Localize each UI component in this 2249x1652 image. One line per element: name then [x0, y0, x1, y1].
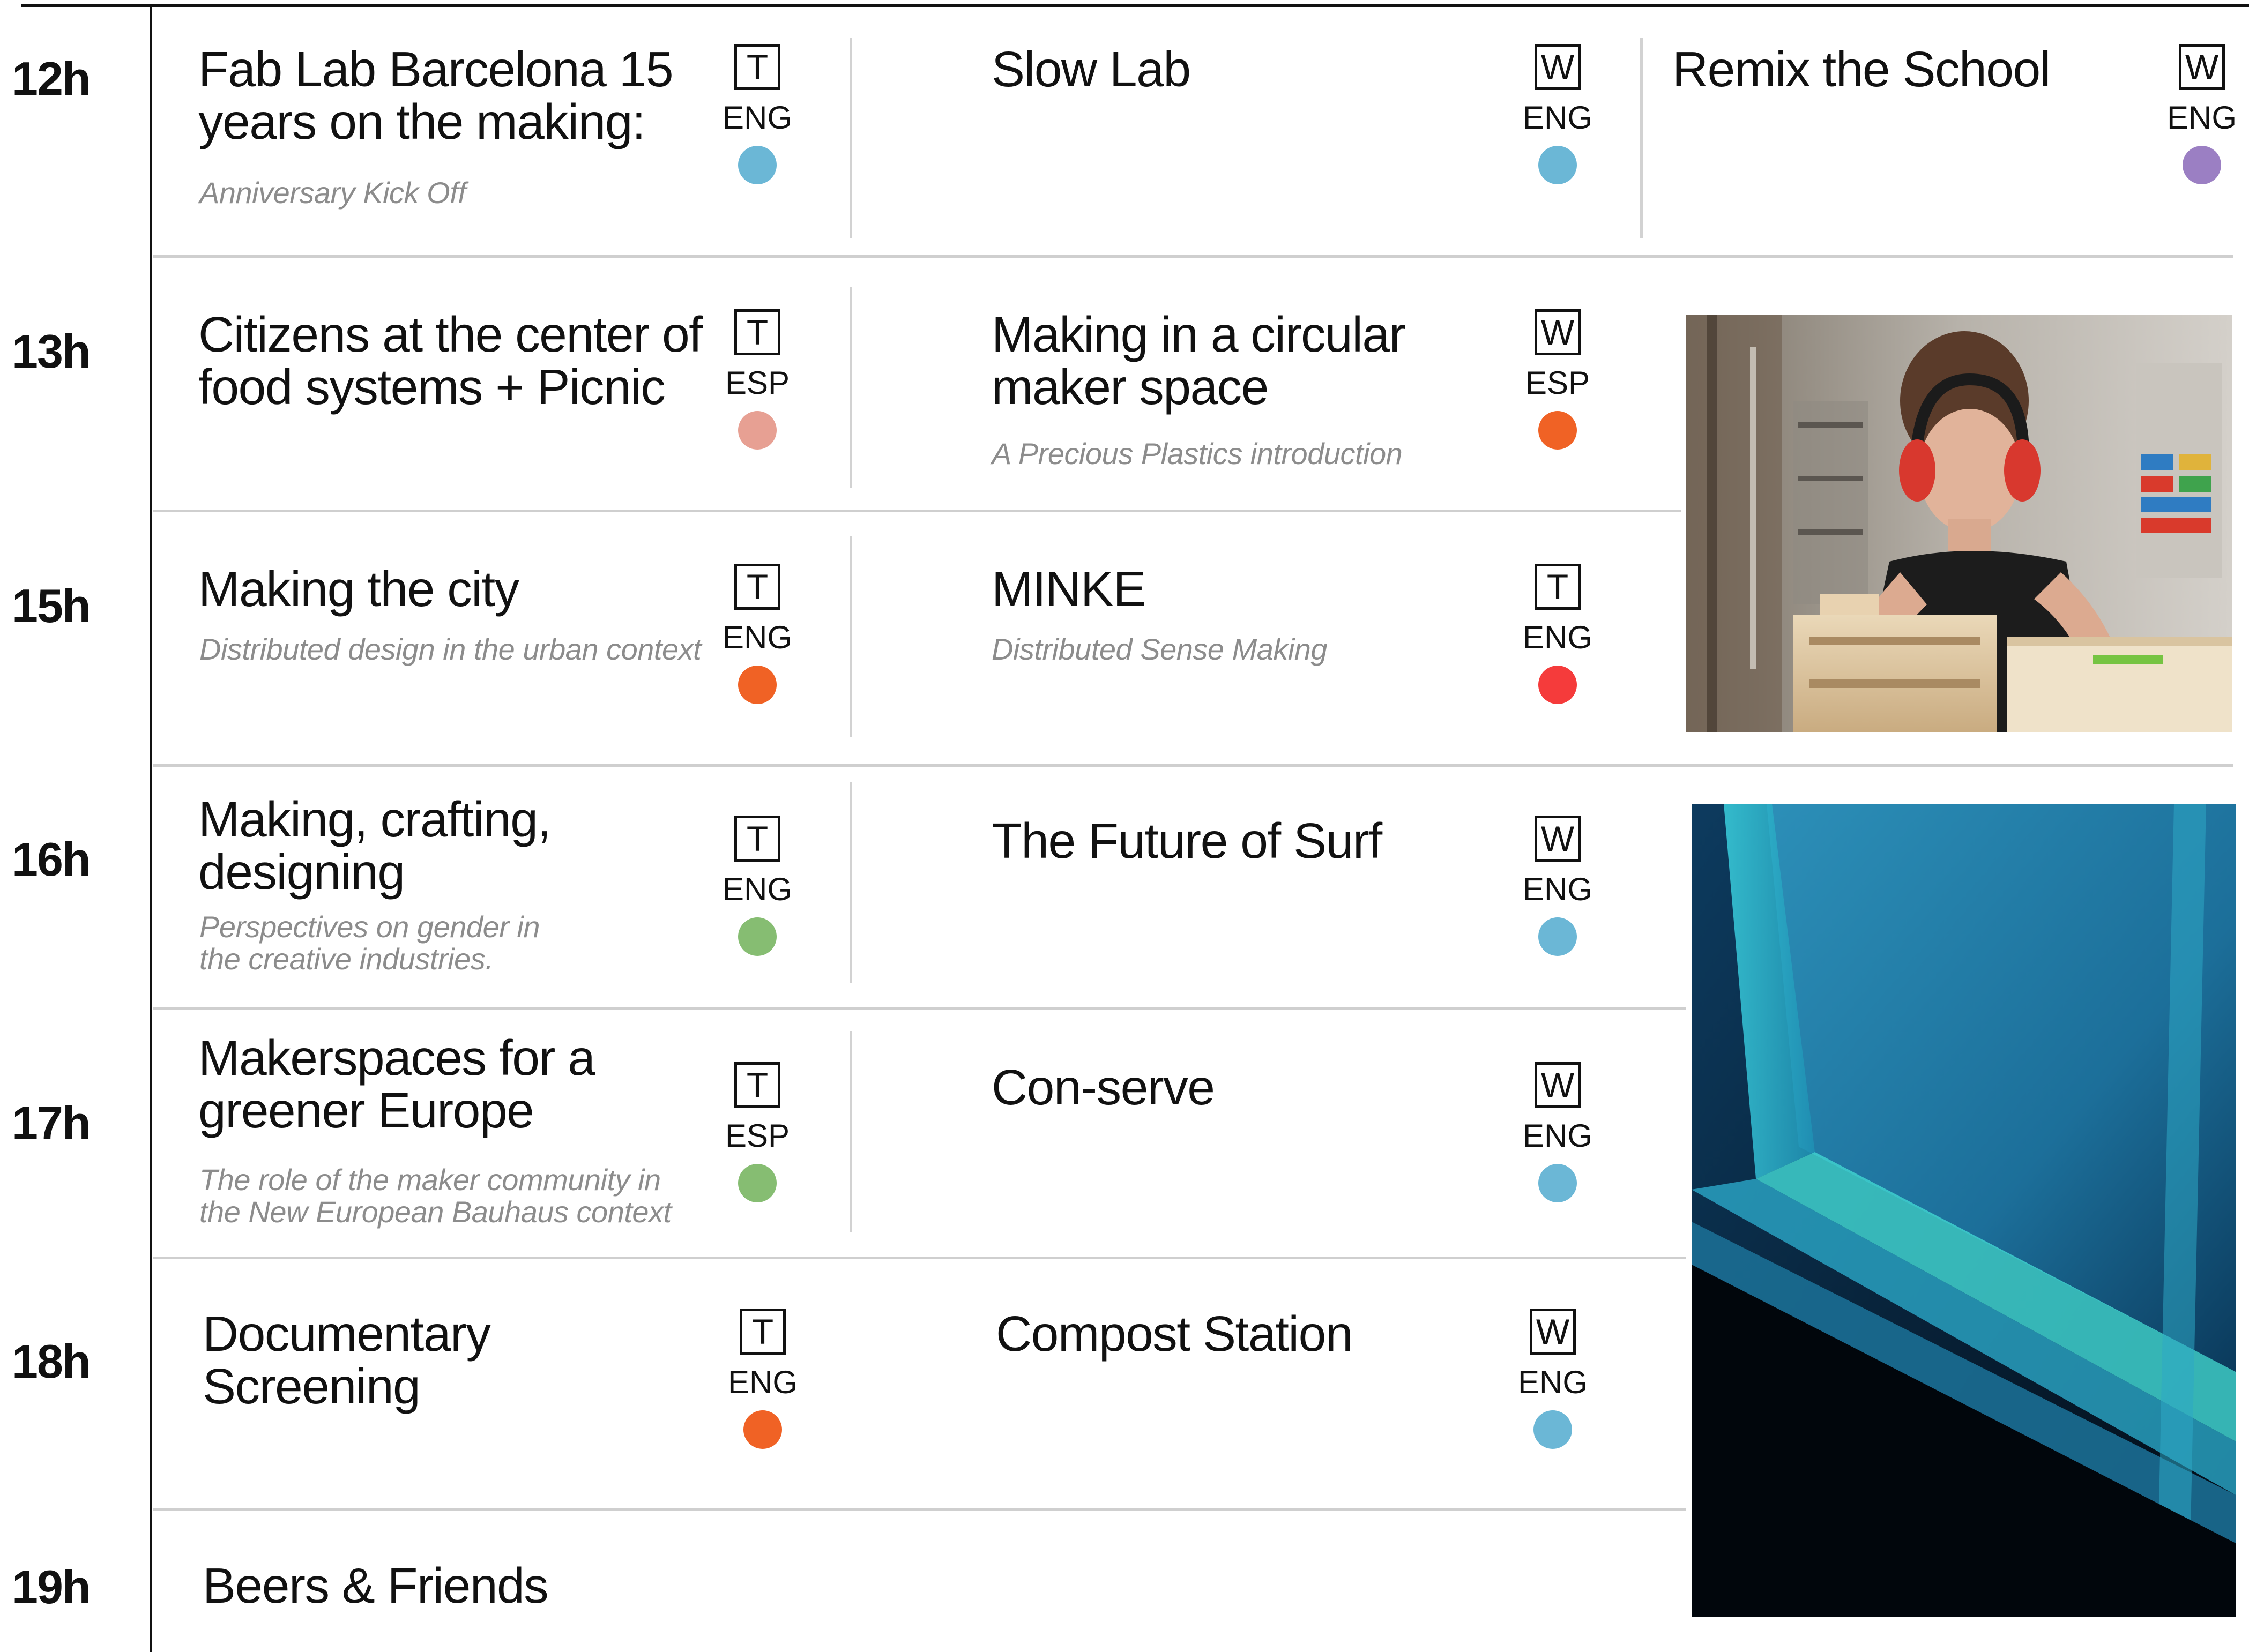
- language-label: ESP: [1525, 365, 1590, 401]
- category-dot: [2183, 146, 2221, 184]
- session-tag: T ESP: [714, 1062, 800, 1202]
- category-dot: [738, 411, 777, 450]
- session-title: Makerspaces for a greener Europe: [198, 1030, 595, 1138]
- time-label: 12h: [12, 52, 91, 105]
- session-title: Beers & Friends: [203, 1558, 549, 1613]
- blue-resin-surfboard-photo: [1692, 804, 2236, 1617]
- category-dot: [738, 1164, 777, 1202]
- session-tag: T ENG: [1515, 564, 1600, 704]
- language-label: ESP: [725, 365, 790, 401]
- session-type-box: T: [734, 1062, 780, 1108]
- session-tag: W ENG: [2159, 44, 2245, 184]
- woman-woodworking-illustration: [1686, 315, 2232, 732]
- language-label: ENG: [1522, 1118, 1593, 1154]
- woman-woodworking-photo: [1686, 315, 2232, 732]
- time-label: 18h: [12, 1335, 91, 1388]
- session-type-box: W: [1535, 816, 1581, 862]
- language-label: ENG: [1522, 100, 1593, 136]
- row-divider: [153, 1508, 1686, 1511]
- row-divider: [153, 764, 2233, 767]
- language-label: ENG: [1522, 619, 1593, 655]
- session-type-box: W: [2179, 44, 2225, 90]
- session-type-box: W: [1535, 44, 1581, 90]
- language-label: ENG: [2166, 100, 2237, 136]
- row-divider: [153, 1257, 1686, 1259]
- session-tag: T ENG: [714, 816, 800, 956]
- session-title: Making in a circular maker space: [992, 307, 1406, 415]
- session-subtitle: The role of the maker community in the N…: [199, 1163, 672, 1229]
- column-divider: [850, 38, 852, 238]
- category-dot: [1538, 666, 1577, 704]
- session-title: MINKE: [992, 561, 1146, 617]
- session-tag: W ENG: [1515, 1062, 1600, 1202]
- row-divider: [153, 255, 2233, 258]
- session-type-box: W: [1535, 309, 1581, 355]
- row-divider: [153, 1007, 1686, 1010]
- session-type-box: T: [734, 564, 780, 610]
- session-title: The Future of Surf: [992, 813, 1382, 869]
- language-label: ENG: [1522, 871, 1593, 907]
- category-dot: [738, 146, 777, 184]
- session-type-box: T: [734, 44, 780, 90]
- top-rule: [21, 4, 2249, 7]
- session-subtitle: Perspectives on gender in the creative i…: [199, 910, 540, 976]
- session-title: Citizens at the center of food systems +…: [198, 307, 703, 415]
- session-subtitle: Distributed design in the urban context: [199, 632, 702, 666]
- session-tag: T ENG: [720, 1309, 806, 1449]
- category-dot: [1538, 1164, 1577, 1202]
- column-divider: [850, 536, 852, 737]
- session-title: Remix the School: [1672, 41, 2051, 97]
- column-divider: [850, 1031, 852, 1232]
- session-tag: T ENG: [714, 44, 800, 184]
- row-divider: [153, 510, 1681, 512]
- session-subtitle: Anniversary Kick Off: [199, 176, 466, 210]
- session-type-box: T: [734, 309, 780, 355]
- session-title: Making, crafting, designing: [198, 791, 551, 900]
- time-label: 16h: [12, 833, 91, 886]
- session-type-box: T: [740, 1309, 786, 1355]
- session-title: Making the city: [198, 561, 519, 617]
- session-type-box: W: [1535, 1062, 1581, 1108]
- session-subtitle: Distributed Sense Making: [992, 632, 1328, 666]
- session-tag: W ESP: [1515, 309, 1600, 450]
- language-label: ENG: [722, 871, 793, 907]
- category-dot: [743, 1410, 782, 1449]
- session-title: Compost Station: [996, 1306, 1353, 1362]
- program-schedule: 12h 13h 15h 16h 17h 18h 19h Fab Lab Barc…: [0, 0, 2249, 1652]
- session-title: Con-serve: [992, 1059, 1215, 1115]
- language-label: ENG: [722, 619, 793, 655]
- session-title: Fab Lab Barcelona 15 years on the making…: [198, 41, 674, 149]
- category-dot: [1533, 1410, 1572, 1449]
- session-tag: W ENG: [1515, 44, 1600, 184]
- session-subtitle: A Precious Plastics introduction: [992, 437, 1403, 470]
- column-divider: [1640, 38, 1643, 238]
- time-label: 15h: [12, 579, 91, 632]
- session-tag: T ESP: [714, 309, 800, 450]
- column-divider: [850, 287, 852, 488]
- session-type-box: T: [1535, 564, 1581, 610]
- category-dot: [738, 666, 777, 704]
- blue-resin-illustration: [1692, 804, 2236, 1617]
- category-dot: [738, 917, 777, 956]
- time-label: 19h: [12, 1560, 91, 1613]
- session-tag: T ENG: [714, 564, 800, 704]
- session-title: Slow Lab: [992, 41, 1191, 97]
- time-label: 13h: [12, 325, 91, 378]
- session-type-box: W: [1530, 1309, 1576, 1355]
- column-divider: [850, 782, 852, 983]
- language-label: ENG: [1517, 1364, 1588, 1400]
- session-tag: W ENG: [1515, 816, 1600, 956]
- language-label: ESP: [725, 1118, 790, 1154]
- category-dot: [1538, 146, 1577, 184]
- time-column-divider: [150, 4, 152, 1652]
- session-tag: W ENG: [1510, 1309, 1596, 1449]
- session-type-box: T: [734, 816, 780, 862]
- category-dot: [1538, 917, 1577, 956]
- time-label: 17h: [12, 1096, 91, 1149]
- language-label: ENG: [722, 100, 793, 136]
- language-label: ENG: [727, 1364, 798, 1400]
- category-dot: [1538, 411, 1577, 450]
- session-title: Documentary Screening: [203, 1306, 491, 1414]
